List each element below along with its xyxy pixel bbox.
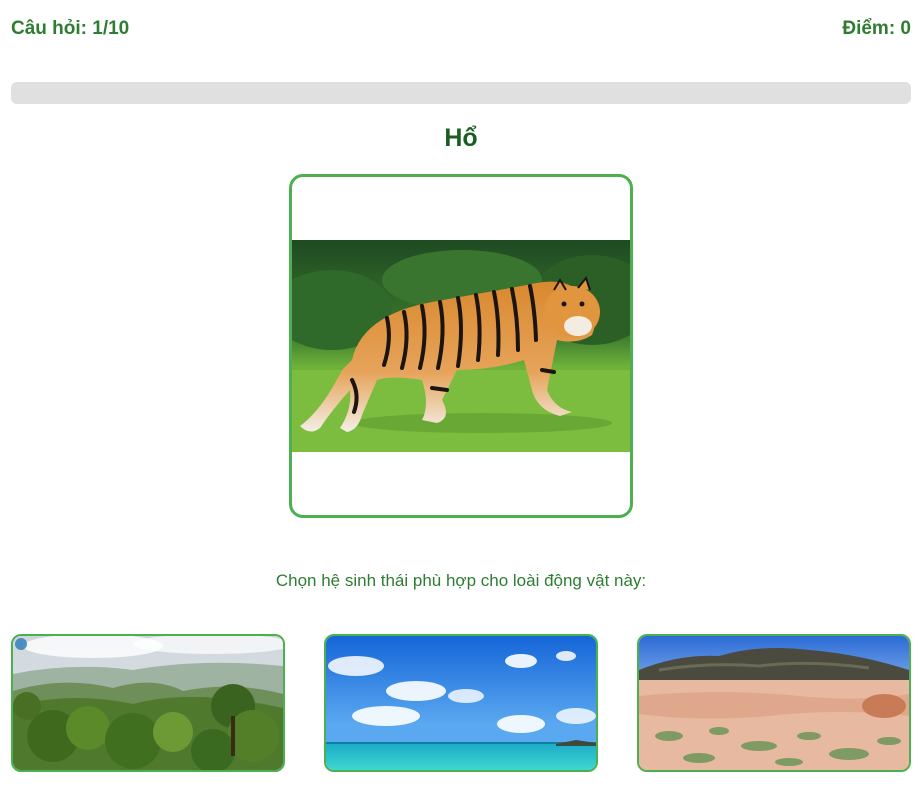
question-prompt: Chọn hệ sinh thái phù hợp cho loài động …	[275, 571, 647, 590]
animal-name: Hổ	[444, 124, 478, 152]
option-ocean[interactable]	[324, 634, 598, 772]
quiz-header: Câu hỏi: 1/10 Điểm: 0	[11, 18, 911, 40]
forest-image	[13, 636, 283, 770]
score-display: Điểm: 0	[842, 18, 911, 39]
ocean-image	[326, 636, 596, 770]
tiger-image	[292, 240, 630, 452]
question-counter: Câu hỏi: 1/10	[11, 18, 130, 39]
option-desert[interactable]	[637, 634, 911, 772]
progress-bar	[11, 82, 911, 104]
desert-image	[639, 636, 909, 770]
option-forest[interactable]	[11, 634, 285, 772]
animal-card	[289, 174, 633, 518]
